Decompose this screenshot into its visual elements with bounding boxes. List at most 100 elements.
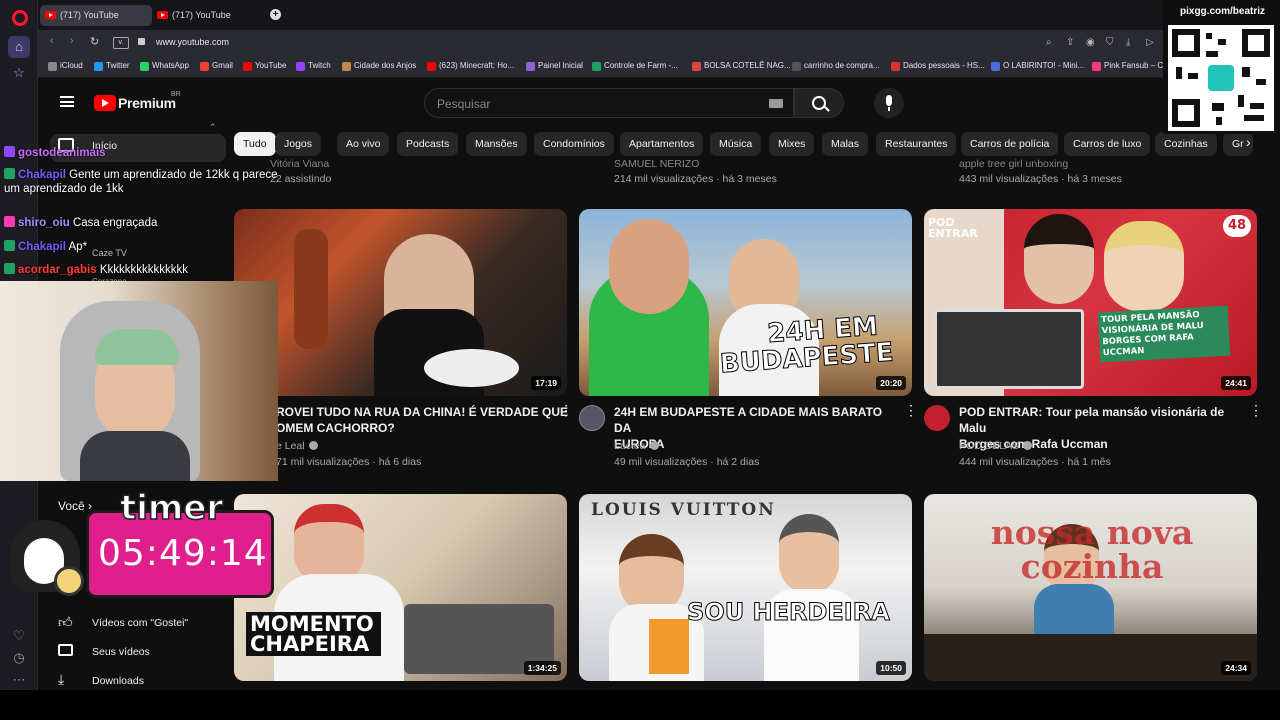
bookmark-item[interactable]: O LABIRINTO! - Mini... <box>991 61 1084 71</box>
url-field[interactable]: www.youtube.com <box>156 37 229 47</box>
sidebar-item-downloads[interactable]: ⤓ Downloads <box>58 671 144 687</box>
bookmark-item[interactable]: carrinho de compra... <box>792 61 880 71</box>
bookmark-item[interactable]: YouTube <box>243 61 286 71</box>
microphone-icon[interactable] <box>874 88 904 118</box>
thumbnail-brand: POD ENTRAR <box>928 216 978 240</box>
bookmark-item[interactable]: Twitch <box>296 61 331 71</box>
bookmark-item[interactable]: WhatsApp <box>140 61 189 71</box>
video-thumbnail[interactable]: MOMENTO CHAPEIRA 1:34:25 <box>234 494 567 681</box>
more-options-icon[interactable]: ⋮ <box>559 403 573 417</box>
tab-count-badge[interactable]: v. <box>113 37 129 49</box>
forward-icon[interactable]: › <box>70 35 74 47</box>
opera-logo-icon[interactable] <box>12 10 28 26</box>
menu-icon[interactable] <box>60 96 74 107</box>
sidebar-item-your-videos[interactable]: Seus vídeos <box>58 644 150 658</box>
bookmark-favicon-icon <box>891 62 900 71</box>
prev-video-meta: 214 mil visualizações · há 3 meses <box>614 173 777 185</box>
bookmark-item[interactable]: Controle de Farm -... <box>592 61 678 71</box>
bookmark-item[interactable]: BOLSA COTELÊ NAG... <box>692 61 791 71</box>
play-icon[interactable]: ▷ <box>1146 37 1154 48</box>
bookmark-label: Controle de Farm -... <box>604 61 678 70</box>
channel-name: Lactea <box>614 440 646 452</box>
video-channel[interactable]: POD DELAS <box>959 440 1033 452</box>
search-input[interactable]: Pesquisar <box>424 88 794 118</box>
qr-code <box>1168 25 1274 131</box>
chip-filter[interactable]: Mixes <box>769 132 815 156</box>
chip-filter[interactable]: Condomínios <box>534 132 614 156</box>
chevron-right-icon[interactable]: › <box>1246 134 1251 150</box>
bookmark-item[interactable]: iCloud <box>48 61 83 71</box>
star-icon[interactable]: ☆ <box>8 62 30 84</box>
chip-filter[interactable]: Podcasts <box>397 132 459 156</box>
keyboard-icon[interactable] <box>769 99 783 108</box>
video-channel[interactable]: Lactea <box>614 440 659 452</box>
camera-icon[interactable]: ◉ <box>1086 37 1095 48</box>
chip-filter[interactable]: Carros de luxo <box>1064 132 1151 156</box>
chevron-up-icon[interactable]: ⌃ <box>209 122 217 133</box>
back-icon[interactable]: ‹ <box>50 35 54 47</box>
chip-filter[interactable]: Restaurantes <box>876 132 957 156</box>
new-tab-button[interactable]: + <box>270 9 281 20</box>
reload-icon[interactable]: ↻ <box>90 35 99 48</box>
prev-video-channel[interactable]: SAMUEL NERIZO <box>614 158 699 170</box>
more-options-icon[interactable]: ⋮ <box>1249 403 1263 417</box>
qr-module <box>1244 115 1264 121</box>
sidebar-item-label: Vídeos com "Gostei" <box>92 617 189 629</box>
bookmark-item[interactable]: Dados pessoais - HS... <box>891 61 985 71</box>
bookmark-item[interactable]: (623) Minecraft: Ho... <box>427 61 515 71</box>
video-thumbnail[interactable]: LOUIS VUITTON SOU HERDEIRA 10:50 <box>579 494 912 681</box>
thumbnail-face <box>609 219 689 314</box>
history-icon[interactable]: ◷ <box>8 647 30 669</box>
bookmark-favicon-icon <box>1092 62 1101 71</box>
pix-logo-icon <box>1208 65 1234 91</box>
prev-video-channel[interactable]: apple tree girl unboxing <box>959 158 1068 170</box>
more-options-icon[interactable]: ⋮ <box>904 403 918 417</box>
avatar[interactable] <box>579 405 605 431</box>
bookmark-item[interactable]: Painel Inicial <box>526 61 583 71</box>
chip-filter[interactable]: Malas <box>822 132 869 156</box>
chip-filter[interactable]: Jogos <box>275 132 322 156</box>
more-icon[interactable]: ⋯ <box>8 669 30 691</box>
bookmark-label: WhatsApp <box>152 61 189 70</box>
badge-icon <box>4 216 15 227</box>
video-channel[interactable]: e Leal <box>276 440 318 452</box>
avatar[interactable] <box>924 405 950 431</box>
chip-filter[interactable]: Apartamentos <box>620 132 704 156</box>
search-button[interactable] <box>794 88 844 118</box>
video-title[interactable]: ROVEI TUDO NA RUA DA CHINA! É VERDADE QU… <box>276 404 576 436</box>
chip-filter[interactable]: Mansões <box>466 132 527 156</box>
video-thumbnail[interactable]: POD ENTRAR 48 TOUR PELA MANSÃO VISIONÁRI… <box>924 209 1257 396</box>
youtube-premium-logo[interactable]: Premium <box>118 95 176 111</box>
video-duration: 20:20 <box>876 376 906 390</box>
search-placeholder: Pesquisar <box>437 97 491 111</box>
thumbnail-face <box>1024 214 1094 304</box>
chip-filter[interactable]: Carros de polícia <box>961 132 1059 156</box>
sidebar-section-you[interactable]: Você › <box>38 499 92 513</box>
bookmark-label: (623) Minecraft: Ho... <box>439 61 515 70</box>
shield-icon[interactable]: ⛉ <box>1106 37 1114 48</box>
video-thumbnail[interactable]: 17:19 <box>234 209 567 396</box>
lock-icon[interactable] <box>138 38 145 45</box>
home-icon[interactable]: ⌂ <box>8 36 30 58</box>
tab-youtube-1[interactable]: (717) YouTube <box>40 5 152 26</box>
bookmark-favicon-icon <box>991 62 1000 71</box>
chip-filter[interactable]: Música <box>710 132 762 156</box>
search-icon[interactable]: ⌕ <box>1046 37 1052 48</box>
share-icon[interactable]: ⇪ <box>1066 37 1074 48</box>
bookmark-favicon-icon <box>48 62 57 71</box>
bookmark-item[interactable]: Gmail <box>200 61 233 71</box>
bookmark-item[interactable]: Twitter <box>94 61 130 71</box>
sidebar-item-liked[interactable]: 👍︎ Vídeos com "Gostei" <box>58 614 189 630</box>
clock-icon <box>54 566 84 596</box>
bookmark-item[interactable]: Pink Fansub – C <box>1092 61 1163 71</box>
youtube-logo-icon[interactable] <box>94 95 116 111</box>
chip-filter[interactable]: Ao vivo <box>337 132 390 156</box>
video-thumbnail[interactable]: nossa nova cozinha 24:34 <box>924 494 1257 681</box>
video-meta: 444 mil visualizações · há 1 mês <box>959 456 1111 468</box>
bookmark-item[interactable]: Cidade dos Anjos <box>342 61 416 71</box>
video-thumbnail[interactable]: 24H EM BUDAPESTE 20:20 <box>579 209 912 396</box>
chip-filter[interactable]: Cozinhas <box>1155 132 1217 156</box>
tab-youtube-2[interactable]: (717) YouTube <box>152 5 264 26</box>
heart-icon[interactable]: ♡ <box>8 625 30 647</box>
download-icon[interactable]: ⤓ <box>1126 37 1130 48</box>
